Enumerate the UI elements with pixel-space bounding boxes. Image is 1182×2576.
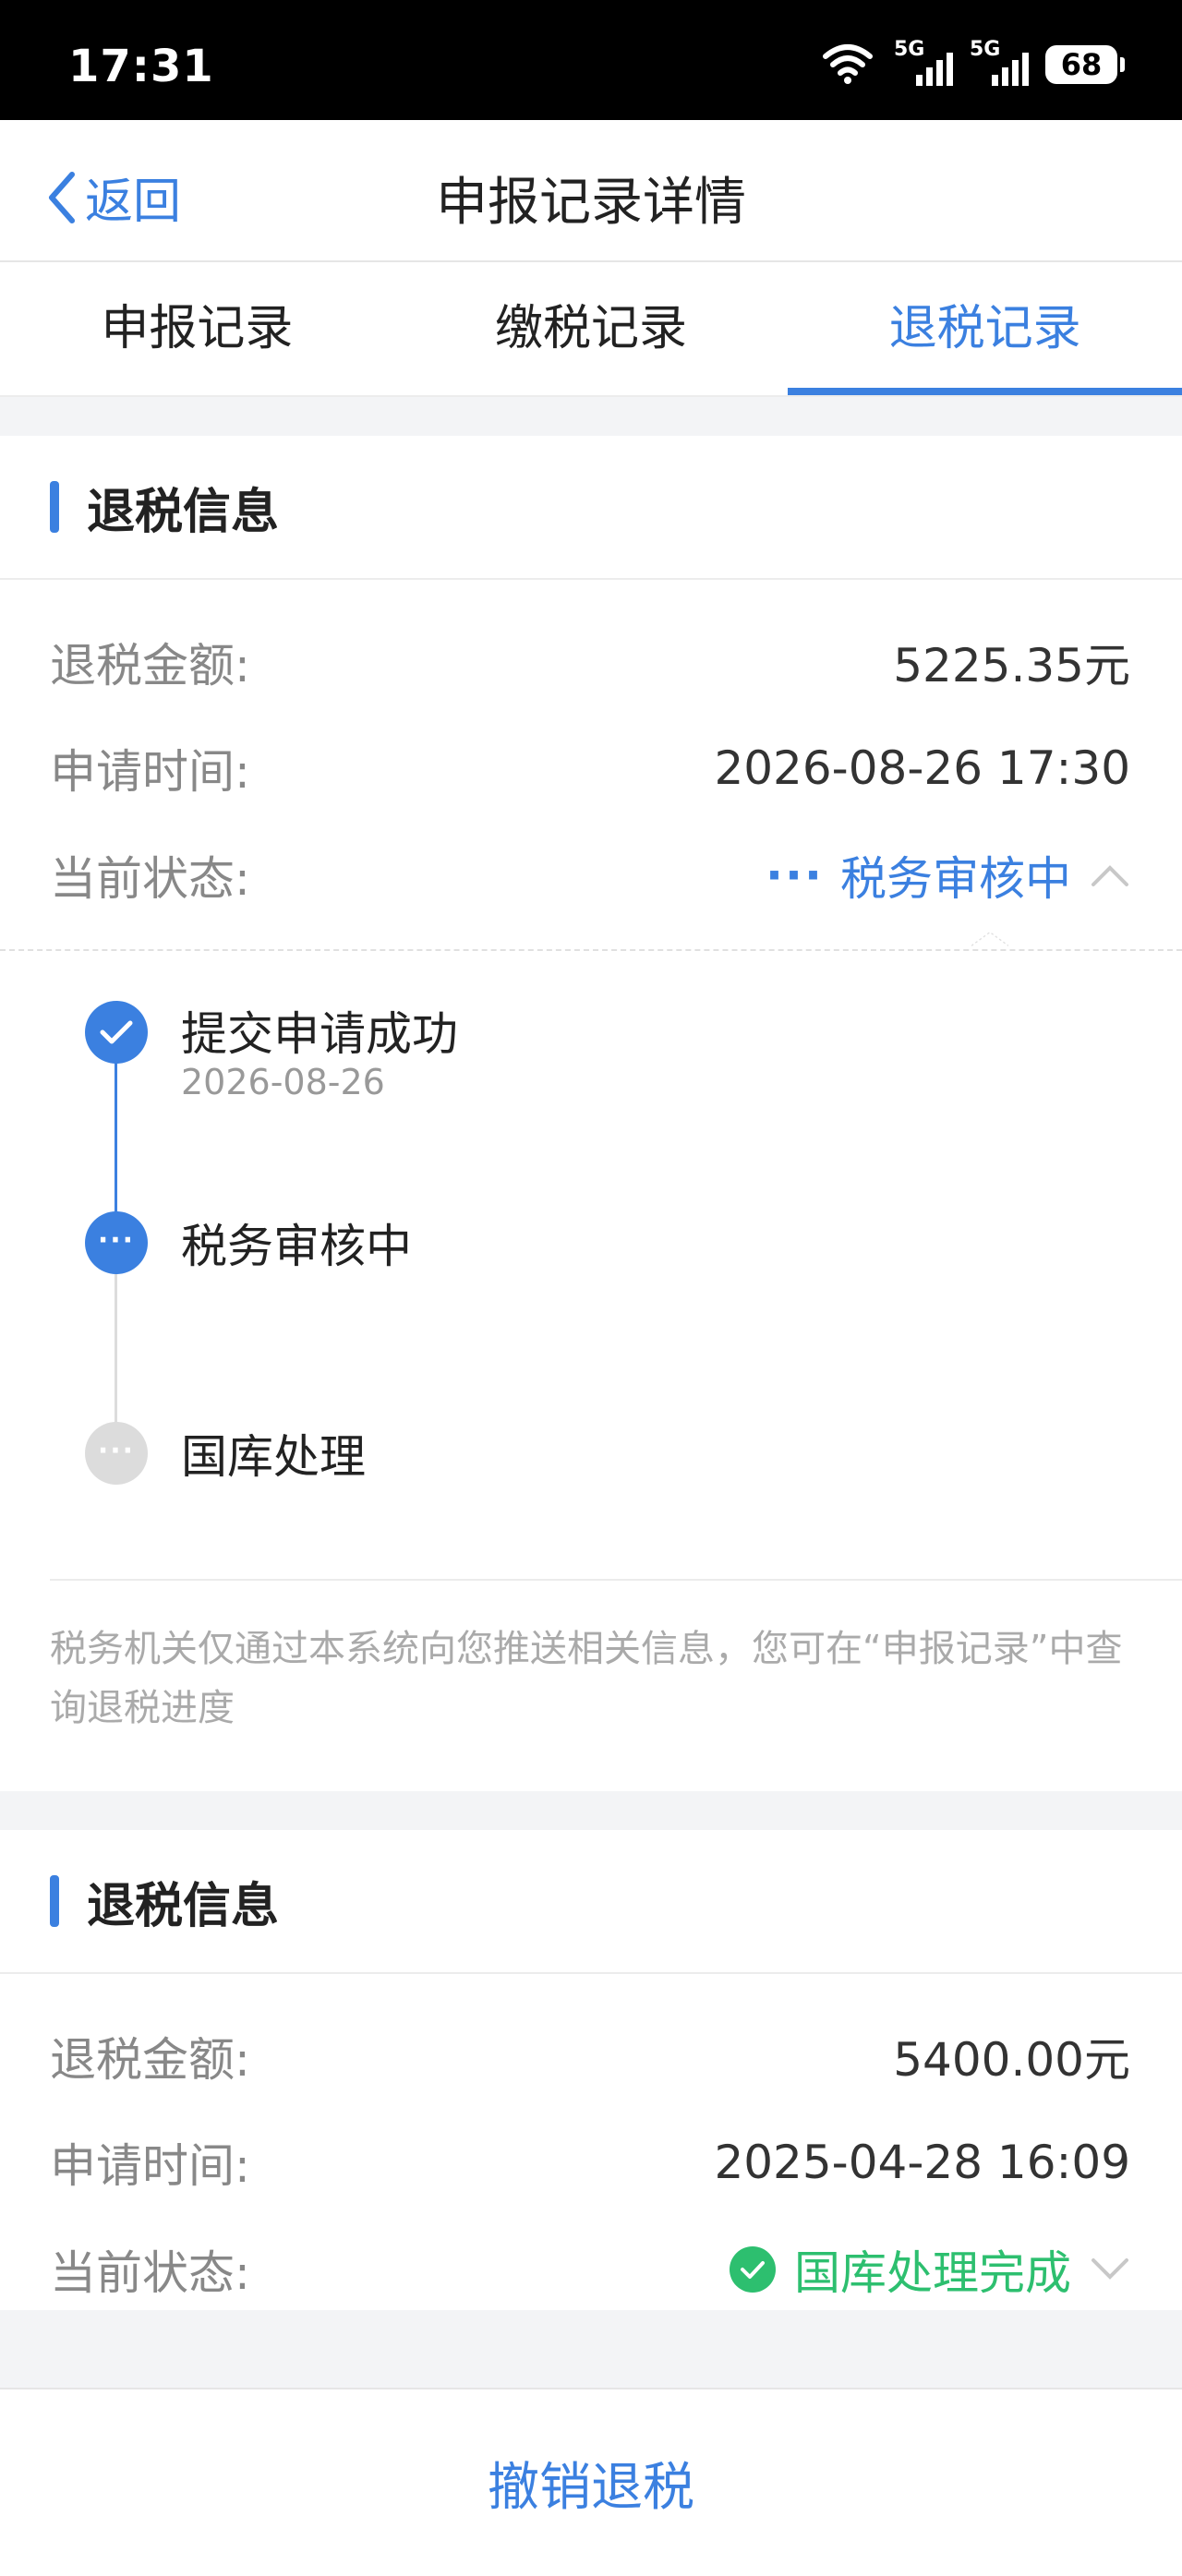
info-note: 税务机关仅通过本系统向您推送相关信息，您可在“申报记录”中查询退税进度 [50, 1628, 1123, 1729]
check-icon [100, 1020, 133, 1044]
step-pending-icon: ··· [85, 1422, 148, 1485]
page-title: 申报记录详情 [436, 173, 746, 233]
timeline-step-title: 税务审核中 [181, 1220, 412, 1273]
cancel-refund-button[interactable]: 撤销退税 [488, 2446, 694, 2521]
refund-amount-row: 退税金额: 5400.00元 [50, 2019, 1130, 2093]
card-title: 退税信息 [87, 484, 280, 540]
tab-tax-payment-records[interactable]: 缴税记录 [394, 262, 789, 395]
refund-amount-value: 5400.00元 [893, 2033, 1130, 2087]
divider [50, 1579, 1182, 1581]
tab-bar: 申报记录 缴税记录 退税记录 [0, 262, 1182, 397]
card-header: 退税信息 [0, 1830, 1182, 1974]
status-toggle[interactable]: ··· 税务审核中 [766, 842, 1130, 909]
step-in-progress-icon: ··· [85, 1211, 148, 1274]
refund-amount-row: 退税金额: 5225.35元 [50, 625, 1130, 699]
section-marker [50, 1875, 59, 1927]
card-title: 退税信息 [87, 1878, 280, 1934]
timeline-step-date: 2026-08-26 [181, 1062, 385, 1102]
wifi-icon [818, 40, 877, 90]
refund-card: 退税信息 退税金额: 5225.35元 申请时间: 2026-08-26 17:… [0, 436, 1182, 1791]
row-label: 申请时间: [50, 745, 250, 799]
timeline-step-title: 国库处理 [181, 1430, 366, 1484]
apply-time-value: 2026-08-26 17:30 [714, 741, 1130, 795]
apply-time-row: 申请时间: 2026-08-26 17:30 [50, 731, 1130, 805]
tab-tax-refund-records[interactable]: 退税记录 [788, 262, 1182, 395]
step-done-icon [85, 1001, 148, 1064]
status-row: 当前状态: 国库处理完成 [50, 2233, 1130, 2306]
success-check-icon [730, 2246, 776, 2293]
apply-time-value: 2025-04-28 16:09 [714, 2136, 1130, 2189]
bottom-action-bar: 撤销退税 [0, 2388, 1182, 2576]
apply-time-row: 申请时间: 2025-04-28 16:09 [50, 2125, 1130, 2199]
status-value: 国库处理完成 [794, 2246, 1071, 2300]
nav-bar: 返回 申报记录详情 [0, 120, 1182, 262]
chevron-down-icon [1092, 2258, 1128, 2280]
row-label: 当前状态: [50, 852, 250, 906]
row-label: 退税金额: [50, 2033, 250, 2087]
status-toggle[interactable]: 国库处理完成 [730, 2236, 1130, 2303]
caret-pointer-icon [971, 931, 1008, 946]
status-icons: 5G 5G 68 [818, 38, 1125, 90]
ellipsis-icon: ··· [97, 1223, 136, 1257]
tab-declaration-records[interactable]: 申报记录 [0, 262, 394, 395]
status-value: 税务审核中 [840, 852, 1071, 906]
refund-amount-value: 5225.35元 [893, 639, 1130, 692]
row-label: 当前状态: [50, 2246, 250, 2300]
card-header: 退税信息 [0, 436, 1182, 580]
row-label: 退税金额: [50, 639, 250, 692]
section-marker [50, 481, 59, 533]
status-row: 当前状态: ··· 税务审核中 [50, 838, 1130, 912]
status-bar: 17:31 5G 5G 68 [0, 0, 1182, 120]
chevron-up-icon [1092, 865, 1128, 886]
battery-icon: 68 [1045, 45, 1125, 84]
cellular-signal-icon: 5G [970, 38, 1029, 88]
refund-card: 退税信息 退税金额: 5400.00元 申请时间: 2025-04-28 16:… [0, 1830, 1182, 2310]
row-label: 申请时间: [50, 2139, 250, 2193]
cellular-signal-icon: 5G [894, 38, 953, 88]
more-dots-icon: ··· [766, 849, 824, 902]
clock: 17:31 [68, 41, 214, 92]
timeline-step-title: 提交申请成功 [181, 1007, 458, 1061]
ellipsis-icon: ··· [97, 1434, 136, 1467]
